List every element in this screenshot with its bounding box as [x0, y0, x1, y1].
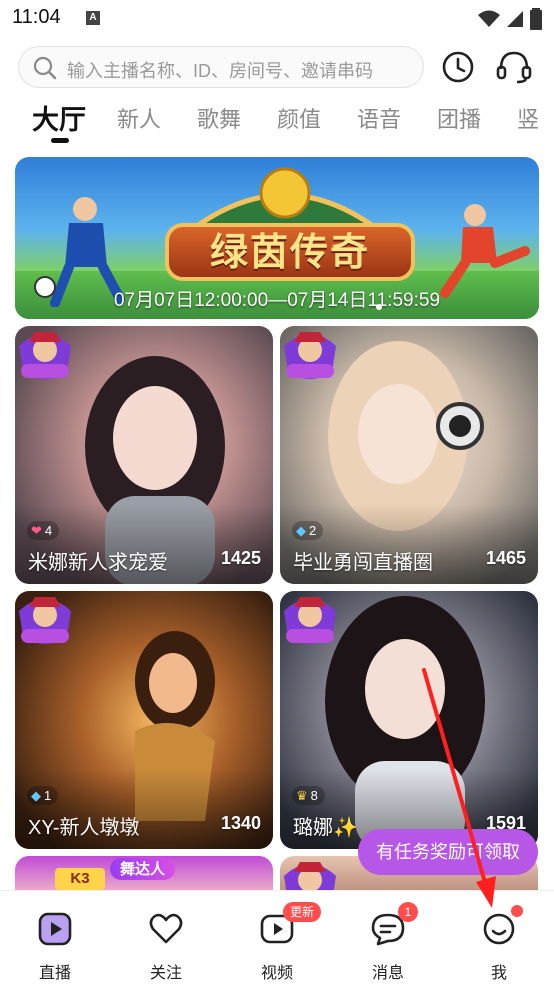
banner-title: 绿茵传奇	[165, 223, 415, 281]
nav-follow[interactable]: 关注	[126, 891, 206, 984]
level-badge: ◆ 2	[292, 521, 324, 540]
level-value: 4	[44, 523, 53, 538]
nav-messages[interactable]: 1 消息	[348, 891, 428, 984]
tab-hall[interactable]: 大厅	[32, 98, 86, 137]
nav-label: 视频	[260, 965, 293, 982]
nav-video[interactable]: 更新 视频	[237, 891, 321, 984]
diamond-icon: ◆	[296, 523, 306, 538]
tab-active-indicator	[51, 138, 69, 143]
search-placeholder: 输入主播名称、ID、房间号、邀请串码	[67, 61, 373, 81]
nav-live[interactable]: 直播	[15, 891, 95, 984]
crown-icon: ♛	[296, 788, 308, 803]
streamer-name: 璐娜✨	[293, 817, 358, 839]
viewer-count: 1425	[220, 548, 261, 568]
level-value: 2	[309, 523, 317, 538]
level-badge: ❤ 4	[27, 521, 60, 540]
heart-gem-icon: ❤	[31, 523, 42, 538]
dance-talent-tag: 舞达人	[110, 858, 176, 880]
unread-count-badge: 1	[398, 902, 418, 922]
stream-card[interactable]: ◆ 2 毕业勇闯直播圈 1465	[280, 326, 538, 584]
notification-a-icon: A	[86, 11, 100, 25]
girl-badge-icon	[19, 597, 71, 644]
nav-label: 消息	[371, 965, 404, 982]
search-icon	[33, 56, 57, 80]
viewer-count: 1465	[485, 548, 526, 568]
streamer-name: 米娜新人求宠爱	[28, 552, 168, 574]
girl-badge-icon	[19, 332, 71, 379]
event-banner[interactable]: 绿茵传奇 07月07日12:00:00—07月14日11:59:59	[15, 157, 539, 319]
banner-pager-dot	[376, 304, 382, 310]
bottom-navigation: 直播 关注 更新 视频 1 消息 我	[0, 890, 554, 984]
search-input[interactable]: 输入主播名称、ID、房间号、邀请串码	[18, 46, 424, 88]
banner-date-range: 07月07日12:00:00—07月14日11:59:59	[113, 290, 441, 311]
nav-label: 我	[490, 965, 507, 982]
task-reward-button[interactable]: 有任务奖励可领取	[358, 829, 538, 875]
k3-badge: K3	[55, 868, 105, 890]
status-icons	[478, 8, 542, 30]
girl-badge-icon	[284, 597, 336, 644]
viewer-count: 1340	[220, 813, 261, 833]
level-value: 8	[310, 788, 318, 803]
tab-looks[interactable]: 颜值	[277, 102, 321, 134]
heart-icon	[149, 913, 183, 944]
profile-icon	[483, 913, 515, 945]
wifi-icon	[478, 10, 500, 27]
nav-label: 关注	[149, 965, 182, 982]
streamer-name: 毕业勇闯直播圈	[293, 552, 433, 574]
category-tabs: 大厅 新人 歌舞 颜值 语音 团播 竖	[0, 96, 554, 146]
status-time: 11:04	[12, 6, 61, 28]
notification-dot	[511, 905, 523, 917]
tab-newcomer[interactable]: 新人	[117, 102, 161, 134]
tab-voice[interactable]: 语音	[357, 102, 401, 134]
tab-vertical[interactable]: 竖	[517, 102, 539, 134]
stream-card[interactable]: ♛ 8 璐娜✨ 1591	[280, 591, 538, 849]
stream-card[interactable]: ❤ 4 米娜新人求宠爱 1425	[15, 326, 273, 584]
diamond-icon: ◆	[31, 788, 41, 803]
headset-icon[interactable]	[495, 49, 533, 85]
level-value: 1	[44, 788, 52, 803]
stream-card[interactable]: ◆ 1 XY-新人墩墩 1340	[15, 591, 273, 849]
battery-icon	[530, 8, 542, 30]
level-badge: ♛ 8	[292, 786, 325, 805]
live-play-icon	[38, 912, 72, 946]
tab-song-dance[interactable]: 歌舞	[197, 102, 241, 134]
video-update-badge: 更新	[283, 902, 321, 922]
streamer-name: XY-新人墩墩	[28, 817, 140, 839]
signal-icon	[507, 11, 523, 27]
girl-badge-icon	[284, 332, 336, 379]
clock-icon[interactable]	[441, 50, 475, 84]
tab-group[interactable]: 团播	[437, 102, 481, 134]
level-badge: ◆ 1	[27, 786, 59, 805]
nav-me[interactable]: 我	[459, 891, 539, 984]
status-bar: 11:04 A	[0, 0, 554, 38]
nav-label: 直播	[38, 965, 71, 982]
